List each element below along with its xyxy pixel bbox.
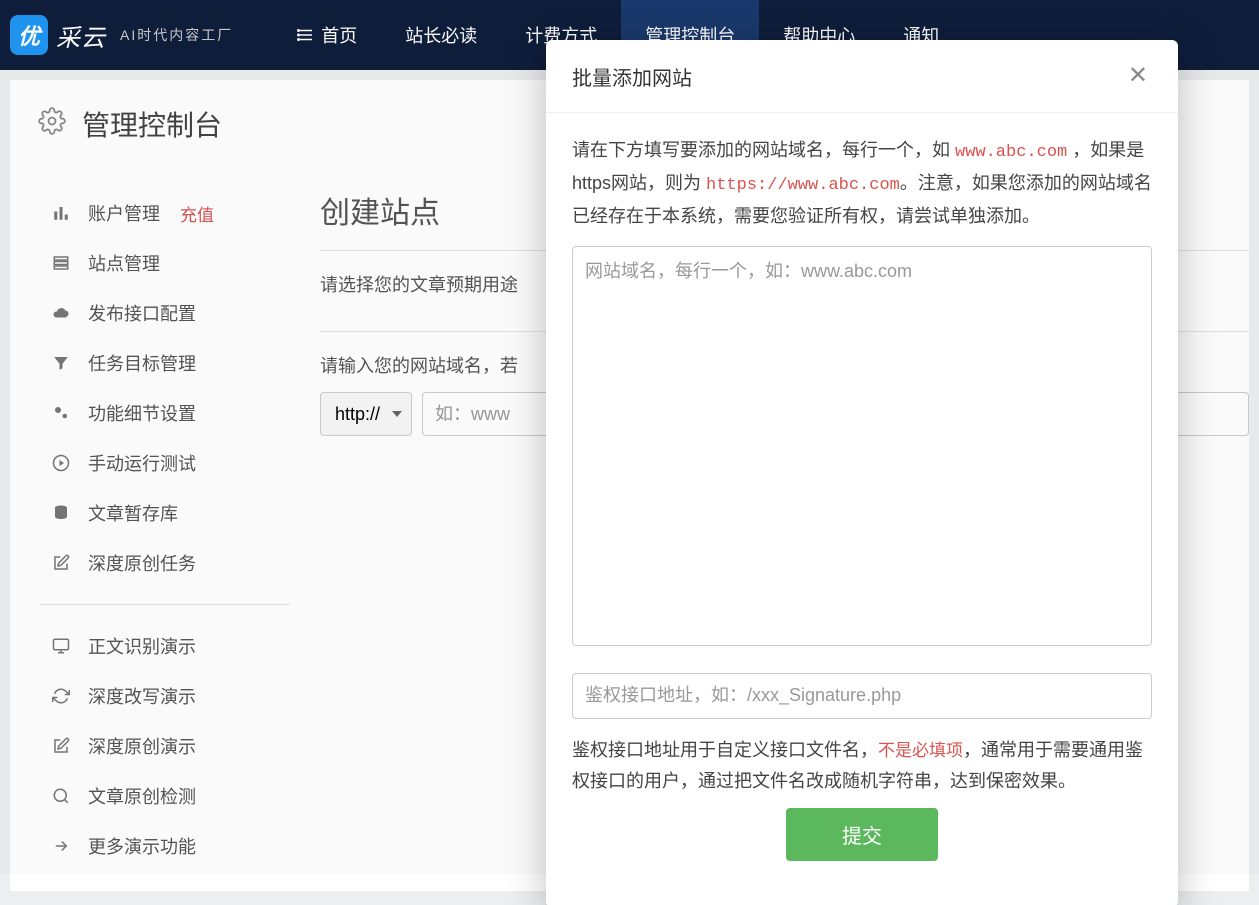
example-code: www.abc.com	[955, 143, 1067, 162]
auth-input[interactable]	[572, 673, 1152, 719]
auth-description: 鉴权接口地址用于自定义接口文件名，不是必填项，通常用于需要通用鉴权接口的用户，通…	[572, 735, 1152, 798]
submit-button[interactable]: 提交	[786, 808, 938, 861]
optional-note: 不是必填项	[878, 741, 963, 760]
modal-description: 请在下方填写要添加的网站域名，每行一个，如 www.abc.com ，如果是ht…	[572, 135, 1152, 232]
example-code: https://www.abc.com	[706, 176, 900, 195]
domains-textarea[interactable]	[572, 246, 1152, 646]
close-icon[interactable]: ✕	[1124, 60, 1152, 92]
modal-footer: 提交	[572, 798, 1152, 885]
batch-add-modal: 批量添加网站 ✕ 请在下方填写要添加的网站域名，每行一个，如 www.abc.c…	[546, 40, 1178, 905]
modal-body: 请在下方填写要添加的网站域名，每行一个，如 www.abc.com ，如果是ht…	[546, 113, 1178, 905]
modal-title: 批量添加网站	[572, 62, 692, 91]
modal-header: 批量添加网站 ✕	[546, 40, 1178, 113]
